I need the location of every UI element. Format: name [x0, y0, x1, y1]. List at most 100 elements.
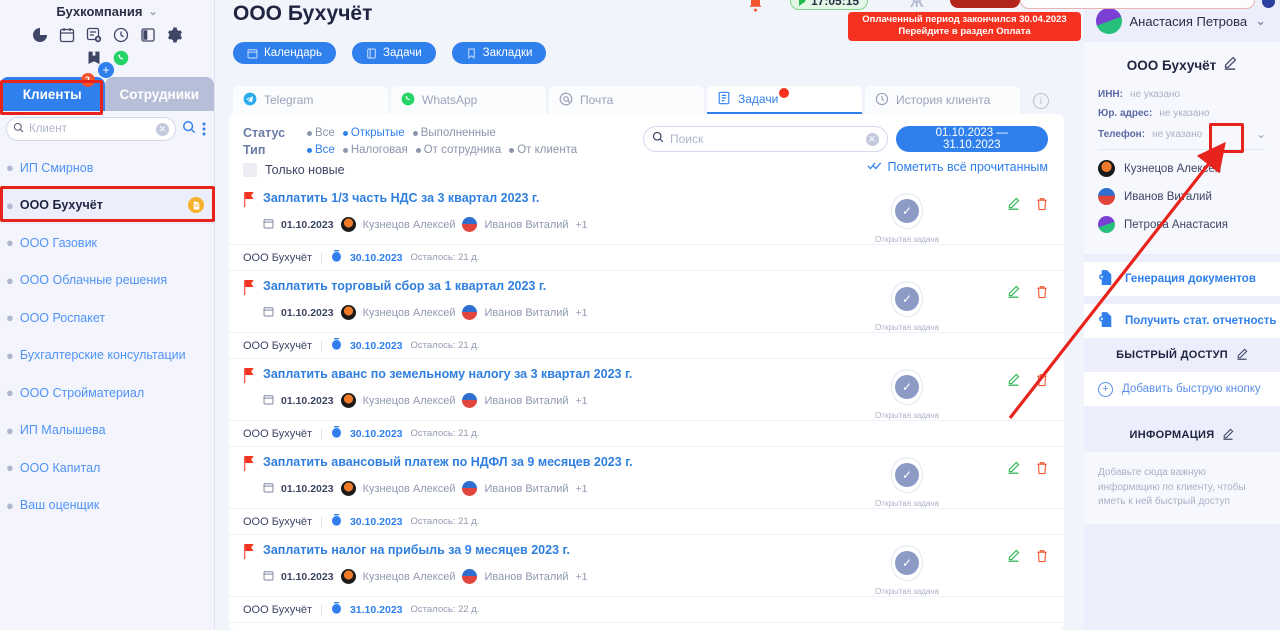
complete-task-button[interactable]: ✓: [891, 193, 923, 229]
company-switcher[interactable]: Бухкомпания ⌄: [0, 0, 214, 20]
list-item[interactable]: ● ООО Облачные решения: [0, 262, 214, 300]
date-range-button[interactable]: 01.10.2023 — 31.10.2023: [895, 126, 1048, 152]
client-search-input[interactable]: Клиент ✕: [6, 117, 176, 141]
type-option-from-employee[interactable]: От сотрудника: [415, 144, 501, 156]
list-item[interactable]: ● Бухгалтерские консультации: [0, 337, 214, 375]
list-item[interactable]: ● ООО Газовик: [0, 224, 214, 262]
only-new-row[interactable]: Только новые: [243, 163, 643, 177]
book-split-icon[interactable]: [140, 27, 156, 43]
type-option-all[interactable]: Все: [307, 144, 335, 156]
table-row[interactable]: Заплатить авансовый платеж по НДФЛ за 9 …: [229, 447, 1064, 535]
list-item[interactable]: Кузнецов Алексей: [1098, 160, 1266, 177]
doc-icon[interactable]: [188, 197, 204, 214]
edit-icon[interactable]: [1223, 56, 1237, 75]
information-placeholder[interactable]: Добавьте сюда важную информацию по клиен…: [1084, 452, 1280, 524]
tab-clients[interactable]: Клиенты 2: [0, 73, 105, 111]
task-assignee: Иванов Виталий: [484, 306, 569, 319]
list-item[interactable]: ● ООО Капитал: [0, 449, 214, 487]
clock-icon[interactable]: [113, 27, 129, 43]
edit-icon[interactable]: [1007, 373, 1020, 392]
list-item[interactable]: ● Ваш оценщик: [0, 487, 214, 525]
priority-flag-icon: [243, 544, 257, 559]
task-add-icon[interactable]: [86, 27, 102, 43]
complete-task-button[interactable]: ✓: [891, 545, 923, 581]
delete-icon[interactable]: [1036, 549, 1048, 568]
task-more-assignees[interactable]: +1: [576, 571, 588, 583]
user-menu[interactable]: Анастасия Петрова ⌄: [1084, 0, 1280, 42]
tab-staff[interactable]: Сотрудники: [104, 77, 214, 111]
mail-icon: [559, 92, 573, 109]
task-more-assignees[interactable]: +1: [576, 483, 588, 495]
edit-icon[interactable]: [1007, 285, 1020, 304]
info-icon[interactable]: i: [1033, 93, 1049, 109]
type-option-tax[interactable]: Налоговая: [342, 144, 408, 156]
edit-icon[interactable]: [1007, 549, 1020, 568]
calendar-button[interactable]: Календарь: [233, 42, 337, 64]
task-title[interactable]: Заплатить налог на прибыль за 9 месяцев …: [263, 543, 807, 557]
avatar: [1098, 216, 1115, 233]
tab-whatsapp[interactable]: WhatsApp: [391, 86, 546, 114]
status-option-done[interactable]: Выполненные: [412, 127, 496, 139]
task-title[interactable]: Заплатить авансовый платеж по НДФЛ за 9 …: [263, 455, 807, 469]
list-item[interactable]: ● ООО Роспакет: [0, 299, 214, 337]
task-more-assignees[interactable]: +1: [576, 395, 588, 407]
delete-icon[interactable]: [1036, 373, 1048, 392]
advanced-search-icon[interactable]: [182, 120, 196, 139]
more-options-icon[interactable]: [202, 122, 206, 136]
gear-icon[interactable]: [167, 27, 183, 43]
table-row[interactable]: Заплатить аванс по земельному налогу за …: [229, 359, 1064, 447]
task-title[interactable]: Заплатить 1/3 часть НДС за 3 квартал 202…: [263, 191, 807, 205]
clear-icon[interactable]: ✕: [865, 132, 879, 146]
task-more-assignees[interactable]: +1: [576, 219, 588, 231]
status-option-all[interactable]: Все: [307, 127, 335, 139]
task-actions: [1007, 279, 1064, 304]
mark-all-read-button[interactable]: Пометить всё прочитанным: [866, 160, 1048, 174]
status-option-open[interactable]: Открытые: [342, 127, 405, 139]
complete-task-button[interactable]: ✓: [891, 369, 923, 405]
task-search-input[interactable]: Поиск ✕: [643, 126, 888, 152]
task-client: ООО Бухучёт: [243, 339, 313, 352]
bookmark-icon[interactable]: [86, 50, 102, 66]
add-client-button[interactable]: +: [98, 62, 114, 78]
list-item[interactable]: Иванов Виталий: [1098, 188, 1266, 205]
table-row[interactable]: Заплатить торговый сбор за 1 квартал 202…: [229, 271, 1064, 359]
add-quick-button-label: Добавить быструю кнопку: [1122, 383, 1261, 395]
table-row[interactable]: Заплатить 1/3 часть НДС за 3 квартал 202…: [229, 183, 1064, 271]
bookmarks-button[interactable]: Закладки: [451, 42, 547, 64]
tab-client-history[interactable]: История клиента: [865, 86, 1020, 114]
tab-mail[interactable]: Почта: [549, 86, 704, 114]
calendar-icon[interactable]: [59, 27, 75, 43]
payment-expired-banner[interactable]: Оплаченный период закончился 30.04.2023 …: [848, 12, 1081, 41]
generate-documents-button[interactable]: Генерация документов: [1084, 262, 1280, 296]
delete-icon[interactable]: [1036, 197, 1048, 216]
complete-task-button[interactable]: ✓: [891, 457, 923, 493]
table-row[interactable]: Отчёт по НДФЛ 31.10.2023 Кузнецов Алексе…: [229, 623, 1064, 630]
list-item-active[interactable]: ● ООО Бухучёт: [0, 186, 214, 224]
type-option-from-client[interactable]: От клиента: [509, 144, 577, 156]
chevron-down-icon[interactable]: ⌄: [1256, 127, 1266, 141]
table-row[interactable]: Заплатить налог на прибыль за 9 месяцев …: [229, 535, 1064, 623]
list-item[interactable]: ● ИП Малышева: [0, 412, 214, 450]
whatsapp-icon[interactable]: [113, 50, 129, 66]
list-item[interactable]: ● ИП Смирнов: [0, 149, 214, 187]
get-stat-reporting-button[interactable]: Получить стат. отчетность: [1084, 304, 1280, 338]
tasks-button[interactable]: Задачи: [352, 42, 436, 64]
pie-chart-icon[interactable]: [32, 27, 48, 43]
add-quick-button[interactable]: + Добавить быструю кнопку: [1084, 372, 1280, 406]
tab-tasks[interactable]: Задачи: [707, 86, 862, 114]
delete-icon[interactable]: [1036, 285, 1048, 304]
edit-icon[interactable]: [1007, 197, 1020, 216]
only-new-checkbox[interactable]: [243, 163, 257, 177]
list-item[interactable]: ● ООО Стройматериал: [0, 374, 214, 412]
complete-task-button[interactable]: ✓: [891, 281, 923, 317]
task-more-assignees[interactable]: +1: [576, 307, 588, 319]
task-title[interactable]: Заплатить аванс по земельному налогу за …: [263, 367, 807, 381]
edit-icon[interactable]: [1007, 461, 1020, 480]
edit-icon[interactable]: [1222, 428, 1234, 443]
tab-telegram[interactable]: Telegram: [233, 86, 388, 114]
edit-icon[interactable]: [1236, 348, 1248, 363]
task-title[interactable]: Заплатить торговый сбор за 1 квартал 202…: [263, 279, 807, 293]
list-item[interactable]: Петрова Анастасия: [1098, 216, 1266, 233]
delete-icon[interactable]: [1036, 461, 1048, 480]
clear-icon[interactable]: ✕: [156, 122, 169, 136]
